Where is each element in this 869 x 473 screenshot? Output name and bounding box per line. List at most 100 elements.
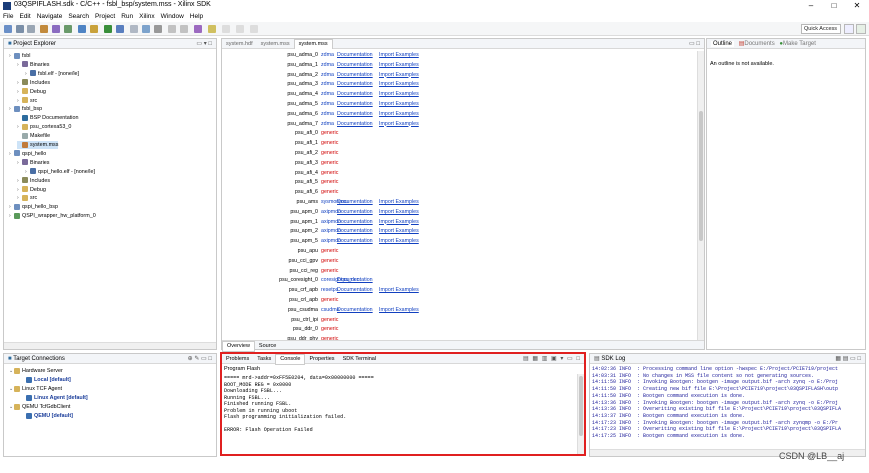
- debug-config-icon[interactable]: [52, 25, 60, 33]
- sdk-log-toolbar-icons[interactable]: ▦ ▤ ▭ □: [835, 355, 861, 362]
- documentation-link[interactable]: Documentation: [337, 90, 373, 99]
- documentation-link[interactable]: Documentation: [337, 218, 373, 227]
- last-edit-icon[interactable]: [250, 25, 258, 33]
- target-item[interactable]: ⌄ QEMU TcfGdbClient: [9, 403, 70, 411]
- project-explorer-title[interactable]: Project Explorer: [13, 41, 56, 47]
- build-icon[interactable]: [40, 25, 48, 33]
- tab-system-mss-1[interactable]: system.mss: [257, 40, 294, 49]
- import-examples-link[interactable]: Import Examples: [379, 120, 419, 129]
- documentation-link[interactable]: Documentation: [337, 276, 373, 285]
- tree-item[interactable]: › Debug: [17, 186, 46, 194]
- tree-item[interactable]: BSP Documentation: [17, 114, 78, 122]
- documentation-link[interactable]: Documentation: [337, 110, 373, 119]
- run-icon[interactable]: [104, 25, 112, 33]
- menu-window[interactable]: Window: [161, 12, 184, 22]
- target-connections-title[interactable]: Target Connections: [13, 356, 65, 362]
- pin-icon[interactable]: [194, 25, 202, 33]
- documentation-link[interactable]: Documentation: [337, 198, 373, 207]
- documentation-link[interactable]: Documentation: [337, 61, 373, 70]
- target-item[interactable]: Linux Agent [default]: [21, 394, 88, 402]
- tab-console[interactable]: Console: [275, 354, 306, 365]
- tab-properties[interactable]: Properties: [305, 355, 338, 364]
- import-examples-link[interactable]: Import Examples: [379, 51, 419, 60]
- terminal-icon[interactable]: [154, 25, 162, 33]
- target-item[interactable]: Local [default]: [21, 376, 71, 384]
- tab-source[interactable]: Source: [255, 342, 280, 351]
- sdk-log-title[interactable]: SDK Log: [601, 356, 625, 362]
- tree-item[interactable]: › src: [17, 194, 37, 202]
- tree-item[interactable]: system.mss: [17, 141, 59, 149]
- tree-item[interactable]: › qspi_hello_bsp: [9, 203, 58, 211]
- search-icon[interactable]: [130, 25, 138, 33]
- perspective-debug-icon[interactable]: [856, 24, 866, 34]
- forward-icon[interactable]: [236, 25, 244, 33]
- menu-xilinx[interactable]: Xilinx: [139, 12, 155, 22]
- minimize-button[interactable]: –: [801, 0, 821, 12]
- documentation-link[interactable]: Documentation: [337, 71, 373, 80]
- import-examples-link[interactable]: Import Examples: [379, 218, 419, 227]
- horizontal-scrollbar[interactable]: [4, 342, 216, 349]
- tree-item[interactable]: Makefile: [17, 132, 50, 140]
- tab-overview[interactable]: Overview: [222, 341, 255, 352]
- quick-access-input[interactable]: Quick Access: [801, 24, 841, 34]
- editor-vscroll[interactable]: [697, 51, 704, 341]
- editor-scroll-thumb[interactable]: [699, 111, 703, 241]
- tree-item[interactable]: › psu_cortexa53_0: [17, 123, 71, 131]
- tree-item[interactable]: › Binaries: [17, 61, 49, 69]
- nav-back-icon[interactable]: [168, 25, 176, 33]
- import-examples-link[interactable]: Import Examples: [379, 90, 419, 99]
- import-examples-link[interactable]: Import Examples: [379, 286, 419, 295]
- tab-system-hdf[interactable]: system.hdf: [222, 40, 257, 49]
- console-vscroll[interactable]: [577, 374, 584, 454]
- annotation-icon[interactable]: [208, 25, 216, 33]
- editor-minmax-icon[interactable]: ▭ □: [689, 40, 700, 47]
- maximize-button[interactable]: □: [824, 0, 844, 12]
- import-examples-link[interactable]: Import Examples: [379, 306, 419, 315]
- tree-item[interactable]: › src: [17, 97, 37, 105]
- tree-item[interactable]: › qspi_hello: [9, 150, 46, 158]
- menu-navigate[interactable]: Navigate: [37, 12, 63, 22]
- tree-item[interactable]: › Includes: [17, 79, 50, 87]
- import-examples-link[interactable]: Import Examples: [379, 227, 419, 236]
- target-item[interactable]: QEMU [default]: [21, 412, 73, 420]
- tab-documents[interactable]: Documents: [744, 41, 774, 47]
- import-examples-link[interactable]: Import Examples: [379, 61, 419, 70]
- save-icon[interactable]: [16, 25, 24, 33]
- tab-outline[interactable]: Outline: [711, 41, 735, 47]
- documentation-link[interactable]: Documentation: [337, 227, 373, 236]
- tree-item[interactable]: › Binaries: [17, 159, 49, 167]
- new-icon[interactable]: [4, 25, 12, 33]
- target-item[interactable]: ⌄ Linux TCF Agent: [9, 385, 62, 393]
- nav-forward-icon[interactable]: [180, 25, 188, 33]
- tab-problems[interactable]: Problems: [222, 355, 253, 364]
- import-examples-link[interactable]: Import Examples: [379, 80, 419, 89]
- console-toolbar-icons[interactable]: ▤ ▦ ▥ ▣ ▾ ▭ □: [523, 355, 581, 362]
- import-examples-link[interactable]: Import Examples: [379, 198, 419, 207]
- tree-item[interactable]: › fsbl_bsp: [9, 105, 42, 113]
- program-icon[interactable]: [64, 25, 72, 33]
- tree-item[interactable]: › fsbl: [9, 52, 30, 60]
- target-item[interactable]: ⌄ Hardware Server: [9, 367, 63, 375]
- console-scroll-thumb[interactable]: [579, 376, 583, 436]
- tree-item[interactable]: › qspi_hello.elf - [none/le]: [25, 168, 95, 176]
- tab-tasks[interactable]: Tasks: [253, 355, 275, 364]
- documentation-link[interactable]: Documentation: [337, 80, 373, 89]
- tree-item[interactable]: › fsbl.elf - [none/le]: [25, 70, 79, 78]
- save-all-icon[interactable]: [27, 25, 35, 33]
- tree-item[interactable]: › Debug: [17, 88, 46, 96]
- view-menu-icon[interactable]: ▭ ▾ □: [196, 40, 212, 47]
- open-type-icon[interactable]: [142, 25, 150, 33]
- import-examples-link[interactable]: Import Examples: [379, 208, 419, 217]
- tree-item[interactable]: › Includes: [17, 177, 50, 185]
- debug-icon[interactable]: [116, 25, 124, 33]
- target-toolbar-icons[interactable]: ⊕ ✎ ▭ □: [188, 355, 212, 362]
- hardware-icon[interactable]: [78, 25, 86, 33]
- documentation-link[interactable]: Documentation: [337, 100, 373, 109]
- documentation-link[interactable]: Documentation: [337, 51, 373, 60]
- menu-search[interactable]: Search: [68, 12, 89, 22]
- import-examples-link[interactable]: Import Examples: [379, 100, 419, 109]
- menu-project[interactable]: Project: [95, 12, 115, 22]
- documentation-link[interactable]: Documentation: [337, 306, 373, 315]
- perspective-cpp-icon[interactable]: [844, 24, 854, 34]
- menu-run[interactable]: Run: [121, 12, 133, 22]
